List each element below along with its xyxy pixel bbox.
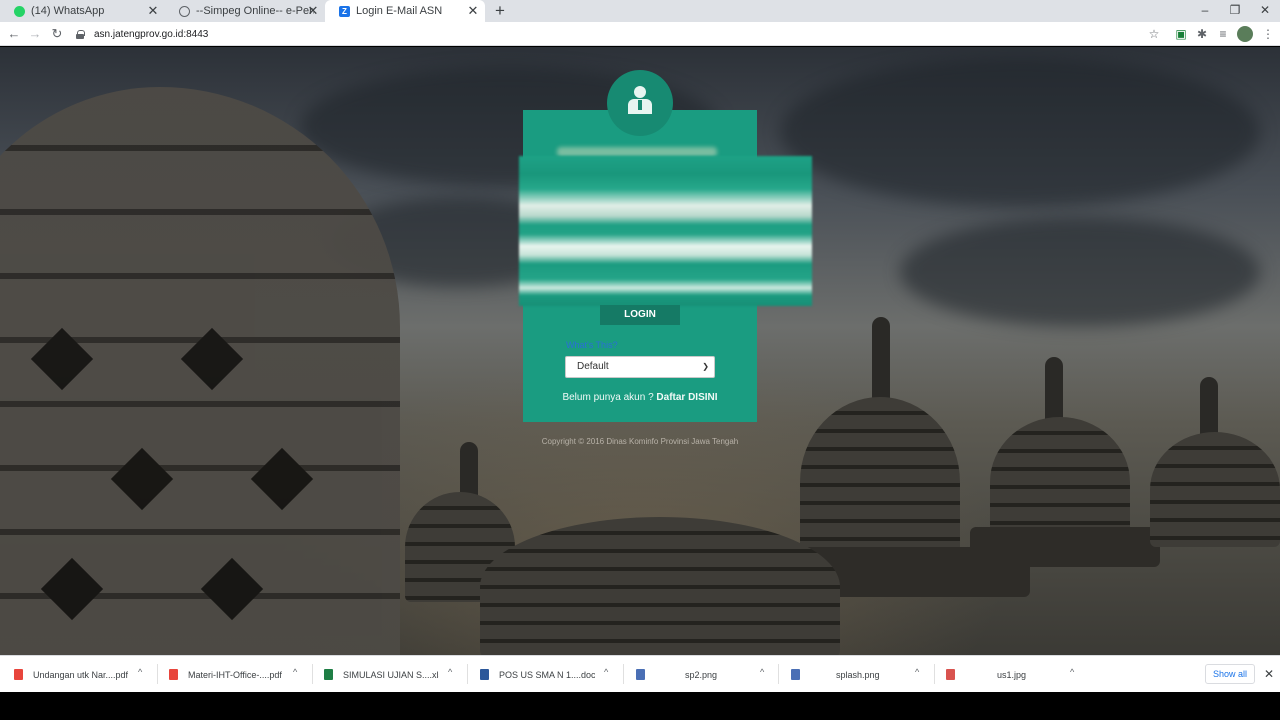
tab-strip: (14) WhatsApp ✕ --Simpeg Online-- e-Pers…: [0, 0, 1280, 22]
chevron-up-icon[interactable]: ^: [138, 667, 142, 677]
download-item[interactable]: Undangan utk Nar....pdf ^: [14, 656, 142, 693]
image-file-icon: [946, 669, 955, 680]
download-filename: SIMULASI UJIAN S....xlsx: [343, 669, 439, 680]
download-item[interactable]: SIMULASI UJIAN S....xlsx ^: [324, 656, 452, 693]
background-stupa: [1150, 432, 1280, 547]
back-arrow-icon[interactable]: ←: [4, 24, 24, 44]
url-text: asn.jatengprov.go.id:8443: [94, 28, 209, 40]
select-value: Default: [577, 361, 609, 372]
menu-icon[interactable]: ⋮: [1260, 26, 1276, 42]
background-cloud: [900, 217, 1260, 327]
user-icon: [627, 86, 653, 116]
chevron-up-icon[interactable]: ^: [448, 667, 452, 677]
avatar[interactable]: [1237, 26, 1253, 42]
stupa-window: [30, 327, 94, 391]
chevron-down-icon: ❯: [702, 362, 709, 371]
show-all-button[interactable]: Show all: [1205, 664, 1255, 684]
stupa-window: [200, 557, 264, 621]
client-version-select[interactable]: Default ❯: [565, 356, 715, 378]
stupa-window: [110, 447, 174, 511]
signup-text: Belum punya akun ? Daftar DISINI: [523, 392, 757, 403]
signup-link[interactable]: Daftar DISINI: [656, 392, 717, 403]
download-item[interactable]: Materi-IHT-Office-....pdf ^: [169, 656, 297, 693]
stupa-base: [970, 527, 1160, 567]
stupa-window: [250, 447, 314, 511]
downloads-bar: Undangan utk Nar....pdf ^ Materi-IHT-Off…: [0, 655, 1280, 692]
download-filename: Materi-IHT-Office-....pdf: [188, 669, 282, 680]
close-icon[interactable]: ✕: [465, 3, 481, 19]
download-item[interactable]: splash.png ^: [791, 656, 919, 693]
download-item[interactable]: us1.jpg ^: [946, 656, 1074, 693]
chevron-up-icon[interactable]: ^: [604, 667, 608, 677]
pdf-file-icon: [14, 669, 23, 680]
tab-label: Login E-Mail ASN: [356, 5, 443, 17]
background-stupa: [0, 87, 400, 655]
download-item[interactable]: sp2.png ^: [636, 656, 764, 693]
media-queue-icon[interactable]: ≡: [1215, 26, 1231, 42]
zimbra-icon: Z: [339, 5, 350, 17]
login-page: LOGIN What's This? Default ❯ Belum punya…: [0, 47, 1280, 655]
minimize-icon[interactable]: –: [1190, 0, 1220, 22]
chevron-up-icon[interactable]: ^: [915, 667, 919, 677]
whatsapp-icon: [14, 5, 25, 17]
image-file-icon: [636, 669, 645, 680]
star-icon[interactable]: ☆: [1146, 26, 1162, 42]
background-stupa: [480, 517, 840, 655]
word-file-icon: [480, 669, 489, 680]
puzzle-icon[interactable]: ✱: [1194, 26, 1210, 42]
signup-prefix: Belum punya akun ?: [562, 392, 654, 403]
download-filename: sp2.png: [685, 669, 718, 680]
close-icon[interactable]: ✕: [1262, 666, 1276, 682]
tab-label: --Simpeg Online-- e-Personal Sy: [196, 5, 314, 17]
close-icon[interactable]: ✕: [305, 3, 321, 19]
download-item[interactable]: POS US SMA N 1....docx ^: [480, 656, 608, 693]
address-bar[interactable]: asn.jatengprov.go.id:8443: [76, 24, 1166, 44]
blurred-credentials-area: [519, 156, 812, 306]
background-stupa: [800, 397, 960, 567]
chevron-up-icon[interactable]: ^: [760, 667, 764, 677]
forward-arrow-icon[interactable]: →: [25, 24, 45, 44]
restore-icon[interactable]: ❐: [1220, 0, 1250, 22]
tab-simpeg[interactable]: --Simpeg Online-- e-Personal Sy ✕: [165, 0, 325, 22]
background-cloud: [780, 57, 1260, 207]
login-button[interactable]: LOGIN: [600, 305, 680, 325]
close-icon[interactable]: ✕: [145, 3, 161, 19]
chevron-up-icon[interactable]: ^: [1070, 667, 1074, 677]
whats-this-link[interactable]: What's This?: [566, 340, 618, 350]
window-close-icon[interactable]: ✕: [1250, 0, 1280, 22]
download-filename: us1.jpg: [997, 669, 1027, 680]
pdf-file-icon: [169, 669, 178, 680]
tab-whatsapp[interactable]: (14) WhatsApp ✕: [0, 0, 165, 22]
stupa-spire: [1200, 377, 1218, 437]
reload-icon[interactable]: ↻: [47, 24, 67, 44]
chevron-up-icon[interactable]: ^: [293, 667, 297, 677]
extension-icon[interactable]: ▣: [1173, 26, 1189, 42]
screen-bottom-bar: [0, 692, 1280, 720]
copyright-text: Copyright © 2016 Dinas Kominfo Provinsi …: [541, 437, 739, 446]
tab-label: (14) WhatsApp: [31, 5, 105, 17]
browser-toolbar: ← → ↻ asn.jatengprov.go.id:8443 ☆ ▣ ✱ ≡ …: [0, 22, 1280, 46]
stupa-window: [40, 557, 104, 621]
tab-login-email-asn[interactable]: Z Login E-Mail ASN ✕: [325, 0, 485, 22]
stupa-window: [180, 327, 244, 391]
download-filename: Undangan utk Nar....pdf: [33, 669, 129, 680]
image-file-icon: [791, 669, 800, 680]
stupa-spire: [872, 317, 890, 407]
lock-icon: [76, 29, 85, 39]
user-avatar: [607, 70, 673, 136]
new-tab-button[interactable]: +: [491, 1, 509, 21]
excel-file-icon: [324, 669, 333, 680]
download-filename: POS US SMA N 1....docx: [499, 669, 595, 680]
download-filename: splash.png: [836, 669, 880, 680]
globe-icon: [179, 5, 190, 17]
